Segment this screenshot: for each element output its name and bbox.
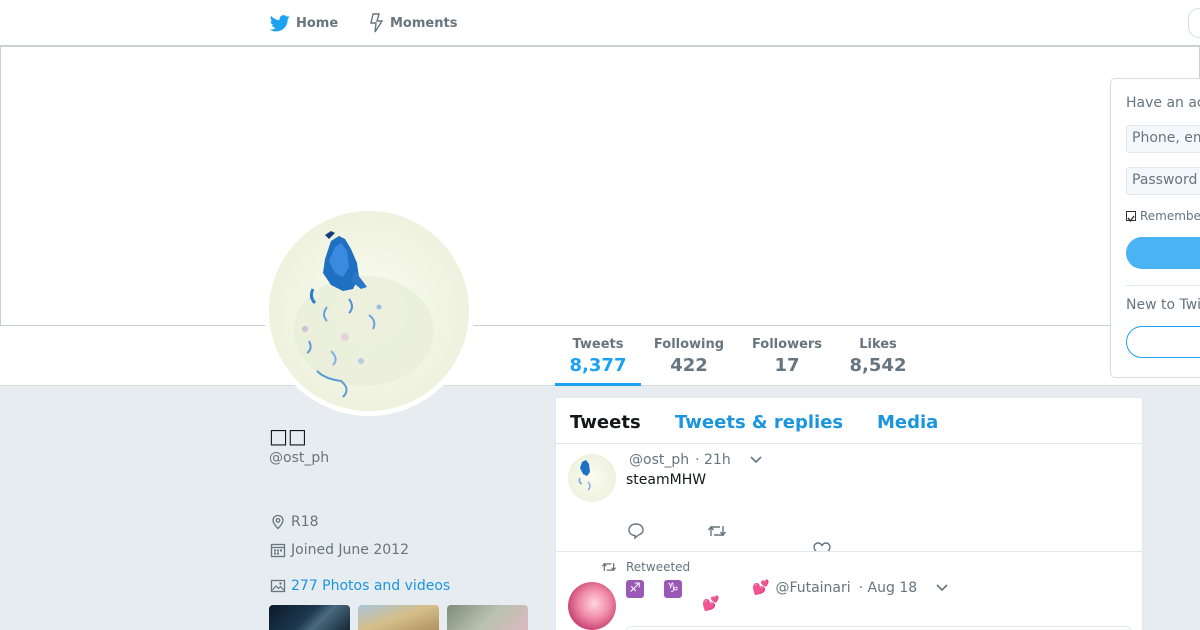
chevron-down-icon[interactable] bbox=[749, 455, 763, 465]
lightning-icon bbox=[370, 13, 384, 33]
nav-moments[interactable]: Moments bbox=[370, 12, 457, 34]
top-navigation-bar: Home Moments bbox=[0, 0, 1200, 46]
remember-label: Remembe bbox=[1140, 209, 1200, 223]
two-hearts-emoji: 💕 bbox=[702, 596, 720, 612]
tab-tweets[interactable]: Tweets bbox=[570, 412, 641, 433]
calendar-icon bbox=[270, 543, 286, 558]
retweet-icon bbox=[601, 562, 617, 572]
phone-email-field[interactable]: Phone, em bbox=[1126, 125, 1200, 153]
avatar-image bbox=[269, 211, 469, 411]
remember-checkbox[interactable] bbox=[1126, 211, 1136, 223]
retweet-context: Retweeted bbox=[600, 560, 690, 574]
profile-handle[interactable]: @ost_ph bbox=[269, 450, 329, 466]
profile-header-banner bbox=[0, 46, 1200, 326]
new-to-twitter-label: New to Twi bbox=[1126, 297, 1200, 313]
tweet-handle[interactable]: @ost_ph bbox=[629, 452, 689, 468]
tweet-text: steamMHW bbox=[626, 472, 707, 488]
signup-button[interactable] bbox=[1126, 326, 1200, 358]
stat-tweets-label: Tweets bbox=[572, 337, 624, 352]
twitter-bird-icon bbox=[270, 14, 290, 31]
image-icon bbox=[270, 579, 286, 593]
login-button[interactable] bbox=[1126, 237, 1200, 269]
stat-followers[interactable]: Followers 17 bbox=[748, 338, 826, 386]
media-thumbnail[interactable] bbox=[269, 605, 350, 630]
login-card: Have an ac Phone, em Password Remembe Ne… bbox=[1110, 78, 1200, 378]
tweet-avatar[interactable] bbox=[568, 582, 616, 630]
login-title: Have an ac bbox=[1126, 95, 1200, 111]
photos-videos-link[interactable]: 277 Photos and videos bbox=[270, 576, 450, 596]
stat-following[interactable]: Following 422 bbox=[650, 338, 728, 386]
reply-icon[interactable] bbox=[627, 522, 645, 540]
tweet-handle[interactable]: @Futainari bbox=[775, 580, 850, 596]
login-divider bbox=[1126, 285, 1200, 286]
remember-me[interactable]: Remembe bbox=[1126, 209, 1200, 223]
tab-tweets-and-replies[interactable]: Tweets & replies bbox=[675, 412, 843, 433]
joined-text: Joined June 2012 bbox=[291, 542, 409, 558]
two-hearts-emoji: 💕 bbox=[752, 580, 770, 596]
media-thumbnail[interactable] bbox=[447, 605, 528, 630]
blue-bird-illustration bbox=[294, 231, 434, 398]
tab-media[interactable]: Media bbox=[877, 412, 938, 433]
tweet-time[interactable]: · 21h bbox=[695, 452, 731, 468]
password-field[interactable]: Password bbox=[1126, 167, 1200, 195]
heart-icon[interactable] bbox=[813, 542, 831, 552]
stat-likes-value: 8,542 bbox=[849, 355, 907, 376]
stat-likes-label: Likes bbox=[859, 337, 897, 352]
tweet-time[interactable]: · Aug 18 bbox=[859, 580, 918, 596]
location-pin-icon bbox=[272, 514, 284, 530]
retweet-icon[interactable] bbox=[707, 522, 727, 540]
tweet[interactable]: Retweeted ♐ ♑ 💕 💕 @Futainari · Aug 18 bbox=[556, 552, 1142, 630]
tweet-header: 💕 @Futainari · Aug 18 bbox=[752, 580, 949, 596]
stat-followers-value: 17 bbox=[774, 355, 800, 376]
nav-moments-label: Moments bbox=[390, 15, 458, 31]
retweeted-label: Retweeted bbox=[626, 560, 691, 574]
search-field[interactable] bbox=[1188, 8, 1200, 38]
location-text: R18 bbox=[291, 514, 319, 530]
profile-timeline: Tweets Tweets & replies Media @ost_ph · … bbox=[555, 397, 1143, 630]
tweet-header: @ost_ph · 21h bbox=[629, 452, 763, 468]
quoted-content-card[interactable] bbox=[626, 626, 1132, 630]
profile-joined-date: Joined June 2012 bbox=[270, 540, 409, 560]
tweet[interactable]: @ost_ph · 21h steamMHW bbox=[556, 444, 1142, 552]
stat-following-value: 422 bbox=[670, 355, 708, 376]
photos-videos-text: 277 Photos and videos bbox=[291, 578, 451, 594]
stat-tweets[interactable]: Tweets 8,377 bbox=[555, 338, 641, 386]
timeline-tabs: Tweets Tweets & replies Media bbox=[556, 398, 1142, 444]
capricorn-emoji: ♑ bbox=[664, 580, 682, 598]
sagittarius-emoji: ♐ bbox=[626, 580, 644, 598]
bird-avatar-image bbox=[578, 460, 591, 491]
chevron-down-icon[interactable] bbox=[935, 583, 949, 593]
profile-avatar[interactable] bbox=[264, 206, 474, 416]
stat-likes[interactable]: Likes 8,542 bbox=[842, 338, 914, 386]
tweet-avatar[interactable] bbox=[568, 454, 616, 502]
media-thumbnail[interactable] bbox=[358, 605, 439, 630]
stat-following-label: Following bbox=[653, 337, 725, 352]
profile-location: R18 bbox=[270, 512, 319, 532]
nav-home[interactable]: Home bbox=[270, 12, 338, 34]
nav-home-label: Home bbox=[296, 15, 339, 31]
profile-name[interactable]: □□ bbox=[269, 424, 307, 448]
stat-tweets-value: 8,377 bbox=[569, 355, 627, 376]
check-icon bbox=[1127, 215, 1135, 223]
stat-followers-label: Followers bbox=[751, 337, 823, 352]
